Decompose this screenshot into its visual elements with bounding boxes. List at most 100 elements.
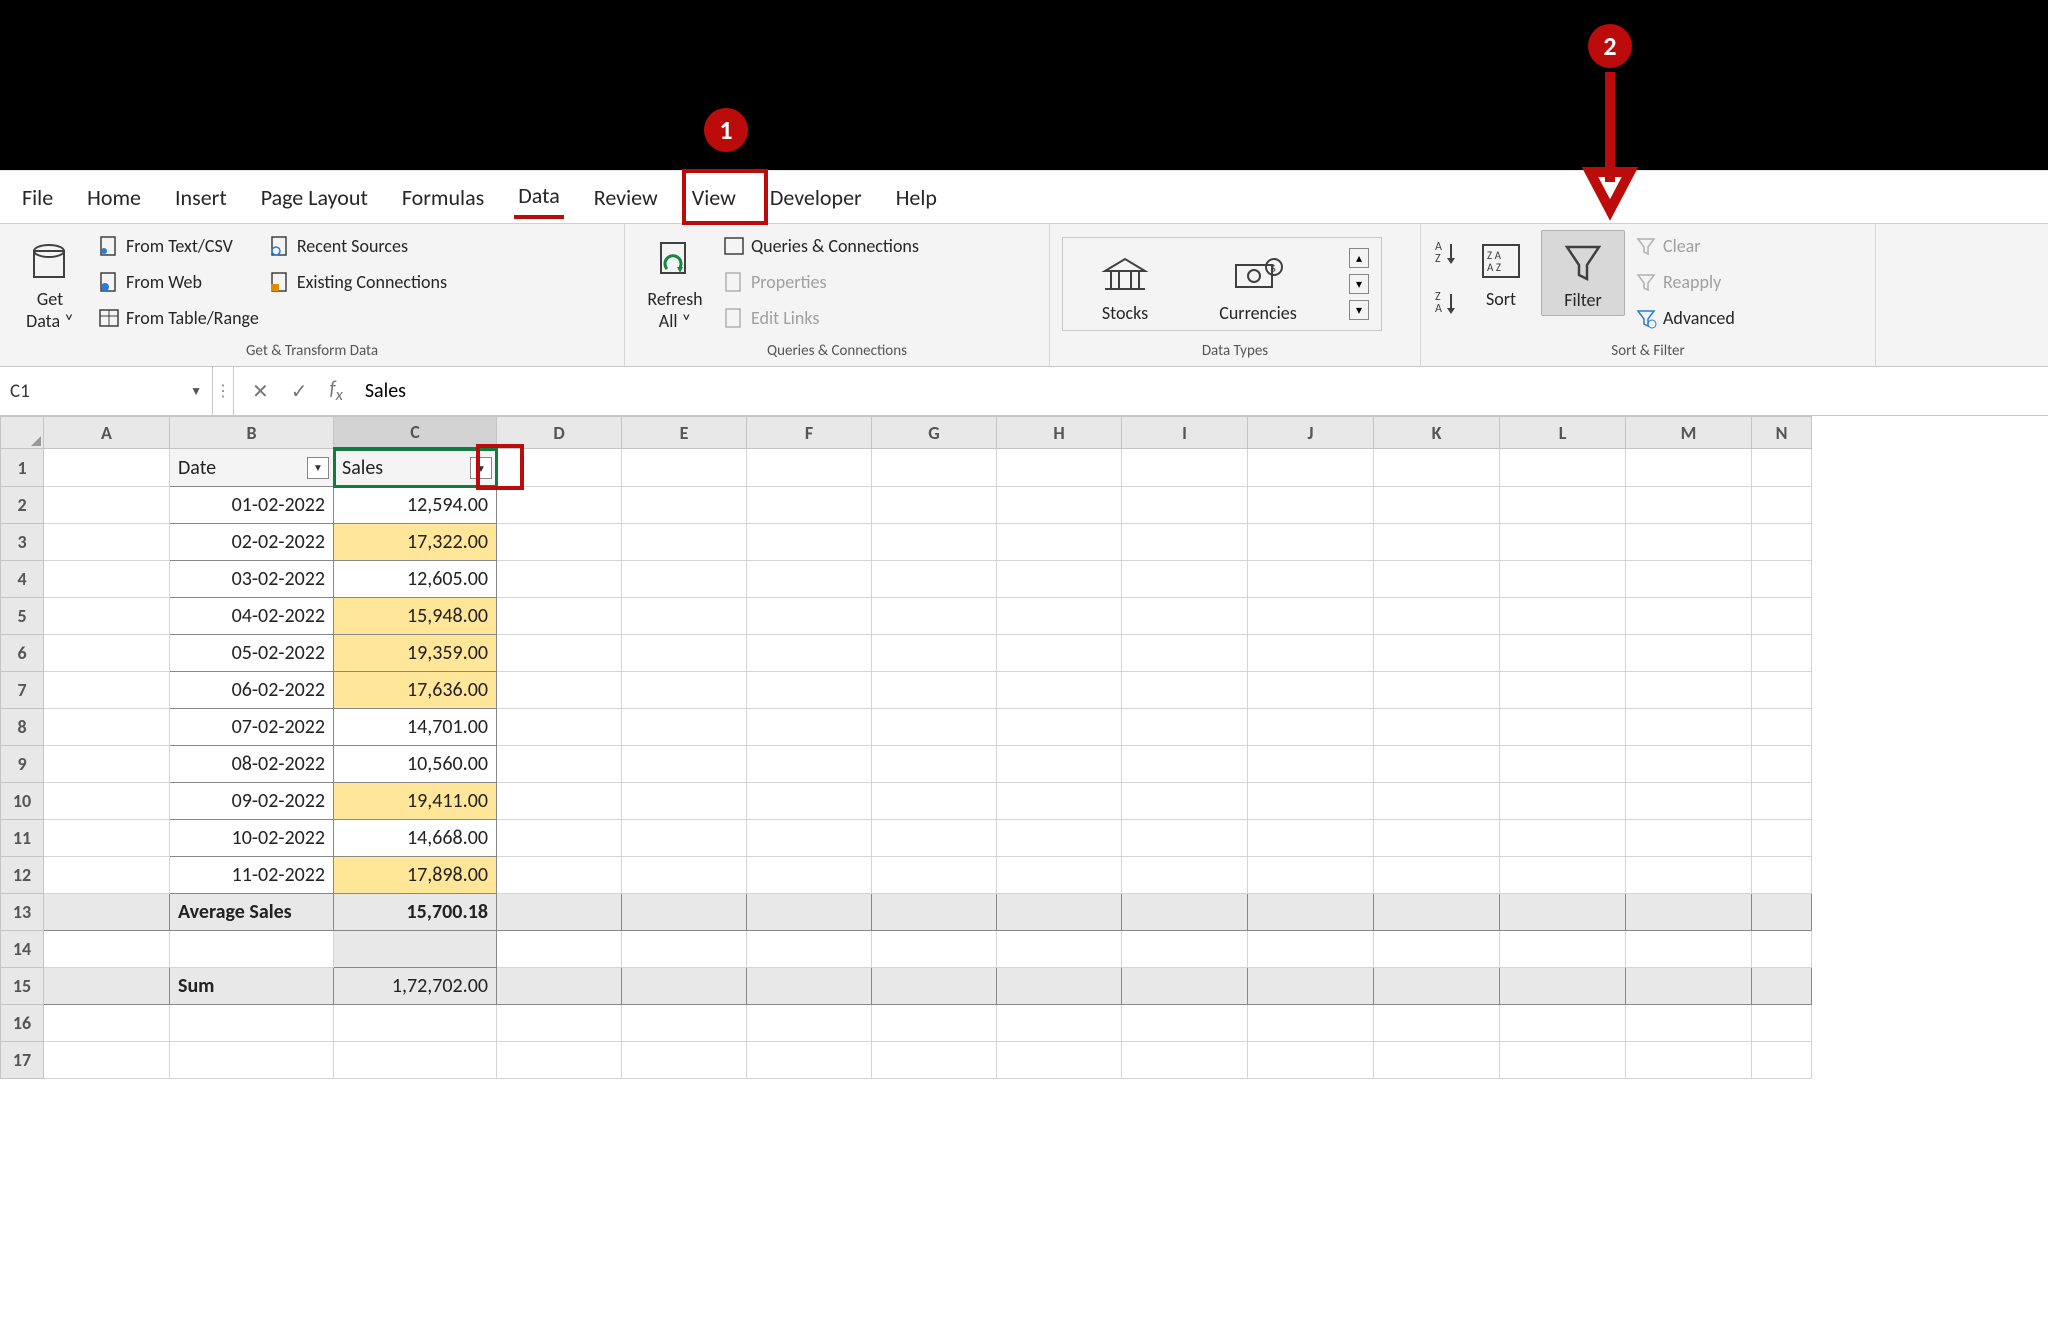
cell-L12[interactable]: [1500, 857, 1626, 894]
cell-I8[interactable]: [1122, 709, 1248, 746]
cell-L3[interactable]: [1500, 524, 1626, 561]
cell-N16[interactable]: [1752, 1005, 1812, 1042]
cell-D15[interactable]: [497, 968, 622, 1005]
from-text-csv-button[interactable]: From Text/CSV: [98, 230, 259, 262]
cell-L4[interactable]: [1500, 561, 1626, 598]
column-header-I[interactable]: I: [1122, 417, 1248, 449]
formula-bar-input[interactable]: Sales: [343, 379, 406, 403]
cell-K3[interactable]: [1374, 524, 1500, 561]
cell-A9[interactable]: [44, 746, 170, 783]
cell-G8[interactable]: [872, 709, 997, 746]
cell-K11[interactable]: [1374, 820, 1500, 857]
cell-J1[interactable]: [1248, 449, 1374, 487]
cell-K12[interactable]: [1374, 857, 1500, 894]
cell-D1[interactable]: [497, 449, 622, 487]
cell-G5[interactable]: [872, 598, 997, 635]
row-header-3[interactable]: 3: [1, 524, 44, 561]
get-data-button[interactable]: Get Data ˅: [12, 230, 88, 332]
cell-I1[interactable]: [1122, 449, 1248, 487]
sort-dialog-button[interactable]: Z AA Z Sort: [1471, 230, 1531, 310]
cell-G4[interactable]: [872, 561, 997, 598]
cell-J13[interactable]: [1248, 894, 1374, 931]
cell-H14[interactable]: [997, 931, 1122, 968]
tab-home[interactable]: Home: [83, 178, 145, 217]
cell-D3[interactable]: [497, 524, 622, 561]
enter-formula-icon[interactable]: ✓: [291, 379, 308, 404]
advanced-filter-button[interactable]: Advanced: [1635, 302, 1735, 334]
row-header-8[interactable]: 8: [1, 709, 44, 746]
cell-J17[interactable]: [1248, 1042, 1374, 1079]
row-header-12[interactable]: 12: [1, 857, 44, 894]
cell-H12[interactable]: [997, 857, 1122, 894]
cell-I5[interactable]: [1122, 598, 1248, 635]
cell-D14[interactable]: [497, 931, 622, 968]
cell-C1[interactable]: Sales▼: [334, 449, 497, 487]
cell-H2[interactable]: [997, 487, 1122, 524]
cell-N7[interactable]: [1752, 672, 1812, 709]
cell-A16[interactable]: [44, 1005, 170, 1042]
cell-F10[interactable]: [747, 783, 872, 820]
cell-K17[interactable]: [1374, 1042, 1500, 1079]
row-header-2[interactable]: 2: [1, 487, 44, 524]
row-header-15[interactable]: 15: [1, 968, 44, 1005]
cell-I2[interactable]: [1122, 487, 1248, 524]
cell-M5[interactable]: [1626, 598, 1752, 635]
cell-E6[interactable]: [622, 635, 747, 672]
data-types-up-button[interactable]: ▴: [1349, 248, 1369, 268]
cell-F1[interactable]: [747, 449, 872, 487]
cell-K15[interactable]: [1374, 968, 1500, 1005]
cell-E4[interactable]: [622, 561, 747, 598]
cell-A5[interactable]: [44, 598, 170, 635]
cell-J2[interactable]: [1248, 487, 1374, 524]
cell-F4[interactable]: [747, 561, 872, 598]
column-header-E[interactable]: E: [622, 417, 747, 449]
column-header-H[interactable]: H: [997, 417, 1122, 449]
cell-E14[interactable]: [622, 931, 747, 968]
cell-M9[interactable]: [1626, 746, 1752, 783]
cell-L13[interactable]: [1500, 894, 1626, 931]
column-header-L[interactable]: L: [1500, 417, 1626, 449]
cell-H11[interactable]: [997, 820, 1122, 857]
cell-H9[interactable]: [997, 746, 1122, 783]
column-header-D[interactable]: D: [497, 417, 622, 449]
cell-C3[interactable]: 17,322.00: [334, 524, 497, 561]
cell-D16[interactable]: [497, 1005, 622, 1042]
cell-B7[interactable]: 06-02-2022: [170, 672, 334, 709]
row-header-4[interactable]: 4: [1, 561, 44, 598]
cell-N10[interactable]: [1752, 783, 1812, 820]
tab-insert[interactable]: Insert: [171, 178, 231, 217]
cell-D7[interactable]: [497, 672, 622, 709]
cell-D8[interactable]: [497, 709, 622, 746]
cell-B13[interactable]: Average Sales: [170, 894, 334, 931]
cell-B14[interactable]: [170, 931, 334, 968]
cell-E2[interactable]: [622, 487, 747, 524]
cell-H16[interactable]: [997, 1005, 1122, 1042]
cell-E13[interactable]: [622, 894, 747, 931]
cell-C8[interactable]: 14,701.00: [334, 709, 497, 746]
cell-D2[interactable]: [497, 487, 622, 524]
currencies-data-type-button[interactable]: $ Currencies: [1203, 244, 1313, 324]
queries-connections-button[interactable]: Queries & Connections: [723, 230, 919, 262]
cell-C12[interactable]: 17,898.00: [334, 857, 497, 894]
cell-J6[interactable]: [1248, 635, 1374, 672]
cell-J16[interactable]: [1248, 1005, 1374, 1042]
cell-G3[interactable]: [872, 524, 997, 561]
cell-E8[interactable]: [622, 709, 747, 746]
cell-N11[interactable]: [1752, 820, 1812, 857]
cell-A13[interactable]: [44, 894, 170, 931]
cell-K5[interactable]: [1374, 598, 1500, 635]
from-web-button[interactable]: From Web: [98, 266, 259, 298]
sort-za-button[interactable]: ZA: [1433, 286, 1461, 318]
cell-B6[interactable]: 05-02-2022: [170, 635, 334, 672]
column-header-N[interactable]: N: [1752, 417, 1812, 449]
cell-B1[interactable]: Date▼: [170, 449, 334, 487]
cell-E15[interactable]: [622, 968, 747, 1005]
cell-B5[interactable]: 04-02-2022: [170, 598, 334, 635]
cell-G2[interactable]: [872, 487, 997, 524]
cell-L9[interactable]: [1500, 746, 1626, 783]
cell-I14[interactable]: [1122, 931, 1248, 968]
cell-K13[interactable]: [1374, 894, 1500, 931]
cell-A17[interactable]: [44, 1042, 170, 1079]
cell-I4[interactable]: [1122, 561, 1248, 598]
cell-B2[interactable]: 01-02-2022: [170, 487, 334, 524]
